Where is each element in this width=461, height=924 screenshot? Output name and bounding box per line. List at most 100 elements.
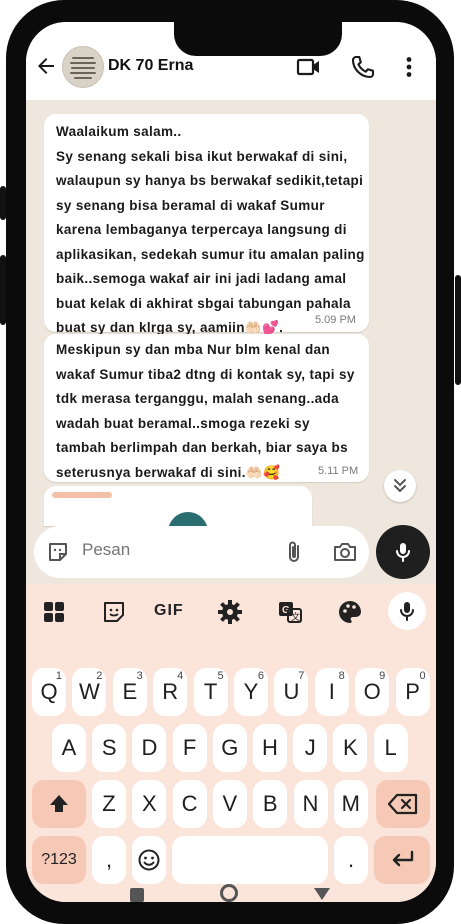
voice-typing-button[interactable]: [388, 592, 426, 630]
translate-icon[interactable]: G文: [276, 598, 304, 626]
letter-key[interactable]: V: [212, 780, 247, 828]
letter-key[interactable]: Z: [92, 780, 126, 828]
letter-key[interactable]: W2: [72, 668, 107, 716]
key-hint: 7: [298, 670, 305, 682]
letter-key[interactable]: G: [212, 724, 247, 772]
letter-key[interactable]: X: [132, 780, 167, 828]
emoji-smile-icon: [138, 849, 160, 871]
key-label: W: [79, 679, 100, 704]
letter-key[interactable]: S: [92, 724, 127, 772]
period-key[interactable]: .: [334, 836, 368, 884]
message-time: 5.09 PM: [315, 314, 356, 326]
message-bubble[interactable]: Waalaikum salam.. Sy senang sekali bisa …: [44, 114, 369, 335]
contact-name[interactable]: DK 70 Erna: [108, 57, 193, 75]
phone-call-icon[interactable]: [350, 54, 376, 80]
media-thumbnail-strip: [52, 492, 112, 498]
message-list[interactable]: Waalaikum salam.. Sy senang sekali bisa …: [26, 100, 436, 552]
screen: DK 70 Erna Waalaikum salam.. Sy senang s…: [26, 22, 436, 902]
more-options-icon[interactable]: [396, 54, 422, 80]
letter-key[interactable]: B: [253, 780, 288, 828]
symbols-key[interactable]: ?123: [32, 836, 86, 884]
message-text: Waalaikum salam.. Sy senang sekali bisa …: [56, 124, 365, 335]
video-call-icon[interactable]: [296, 54, 322, 80]
apps-grid-icon[interactable]: [40, 598, 68, 626]
enter-arrow-icon: [392, 850, 414, 867]
scroll-to-bottom-button[interactable]: [384, 470, 416, 502]
key-hint: 8: [338, 670, 345, 682]
letter-key[interactable]: A: [52, 724, 86, 772]
emoji-key[interactable]: [132, 836, 166, 884]
media-message-preview[interactable]: [44, 486, 312, 552]
sticker-emoji-icon[interactable]: [46, 540, 70, 564]
letter-key[interactable]: U7: [274, 668, 309, 716]
letter-key[interactable]: P0: [395, 668, 430, 716]
svg-text:文: 文: [291, 611, 300, 622]
nav-recents-button[interactable]: [130, 888, 144, 902]
key-label: Y: [243, 679, 259, 704]
volume-button: [0, 186, 6, 220]
letter-key[interactable]: H: [253, 724, 287, 772]
camera-notch: [174, 22, 342, 56]
keyboard: GIF G文 Q1W2E3R4T5Y6U7I8O9P0 ASDFGHJKL ZX…: [26, 584, 436, 902]
letter-key[interactable]: R4: [153, 668, 188, 716]
letter-key[interactable]: E3: [112, 668, 147, 716]
key-hint: 2: [96, 670, 103, 682]
letter-key[interactable]: M: [333, 780, 368, 828]
shift-key[interactable]: [32, 780, 86, 828]
letter-key[interactable]: Y6: [234, 668, 268, 716]
key-label: R: [162, 679, 179, 704]
letter-key[interactable]: O9: [355, 668, 390, 716]
contact-avatar[interactable]: [62, 46, 104, 88]
sticker-icon[interactable]: [100, 598, 128, 626]
key-label: T: [203, 679, 218, 704]
system-nav-bar: [26, 878, 436, 902]
nav-back-button[interactable]: [314, 888, 330, 900]
double-chevron-down-icon: [394, 479, 406, 493]
voice-message-button[interactable]: [376, 525, 430, 579]
key-label: E: [122, 679, 138, 704]
back-arrow-icon[interactable]: [34, 54, 58, 78]
space-key[interactable]: [172, 836, 328, 884]
message-time: 5.11 PM: [318, 465, 359, 477]
key-hint: 6: [257, 670, 264, 682]
letter-key[interactable]: I8: [314, 668, 349, 716]
key-label: U: [283, 679, 300, 704]
key-hint: 9: [379, 670, 386, 682]
backspace-key[interactable]: [376, 780, 430, 828]
key-hint: 1: [55, 670, 62, 682]
letter-key[interactable]: T5: [193, 668, 228, 716]
shift-arrow-icon: [50, 795, 68, 812]
backspace-icon: [387, 793, 418, 815]
letter-key[interactable]: C: [172, 780, 207, 828]
letter-key[interactable]: F: [172, 724, 207, 772]
key-label: O: [363, 679, 381, 704]
letter-key[interactable]: D: [132, 724, 167, 772]
letter-key[interactable]: L: [373, 724, 408, 772]
letter-key[interactable]: K: [333, 724, 368, 772]
letter-key[interactable]: N: [293, 780, 328, 828]
key-hint: 4: [177, 670, 184, 682]
settings-gear-icon[interactable]: [216, 598, 244, 626]
palette-icon[interactable]: [336, 598, 364, 626]
camera-icon[interactable]: [332, 540, 358, 564]
key-label: I: [328, 679, 335, 704]
attach-icon[interactable]: [282, 539, 306, 565]
message-input-bar[interactable]: [34, 526, 369, 578]
key-label: P: [405, 679, 420, 704]
key-hint: 5: [217, 670, 224, 682]
enter-key[interactable]: [374, 836, 430, 884]
message-input[interactable]: [82, 540, 262, 560]
message-text: Meskipun sy dan mba Nur blm kenal dan wa…: [56, 342, 355, 480]
key-hint: 0: [419, 670, 426, 682]
gif-button[interactable]: GIF: [154, 602, 184, 620]
power-button-right: [455, 275, 461, 385]
key-hint: 3: [136, 670, 143, 682]
power-button-left: [0, 255, 6, 325]
nav-home-button[interactable]: [220, 884, 238, 902]
key-label: Q: [40, 679, 58, 704]
letter-key[interactable]: J: [293, 724, 328, 772]
message-bubble[interactable]: Meskipun sy dan mba Nur blm kenal dan wa…: [44, 334, 369, 482]
letter-key[interactable]: Q1: [32, 668, 66, 716]
comma-key[interactable]: ,: [92, 836, 126, 884]
microphone-icon: [400, 602, 414, 621]
